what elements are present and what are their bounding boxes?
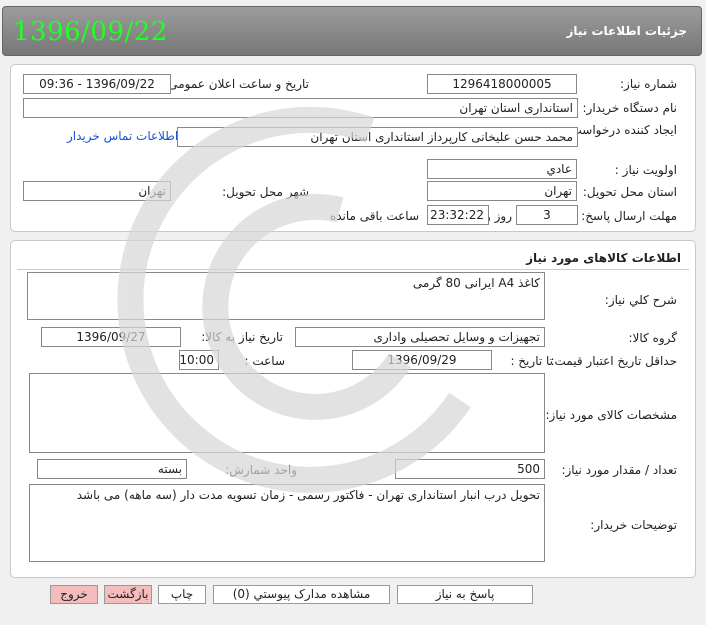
hour-field: 10:00 [179, 350, 219, 370]
goods-info-panel: اطلاعات کالاهای مورد نیاز شرح کلي نیاز: … [10, 240, 696, 578]
print-button[interactable]: چاپ [158, 585, 206, 604]
attachments-button[interactable]: مشاهده مدارک پیوستي (0) [213, 585, 390, 604]
need-number-field: 1296418000005 [427, 74, 577, 94]
spec-label: مشخصات کالای مورد نیاز: [545, 408, 677, 422]
days-word: روز و [485, 209, 512, 223]
page-title: جزئیات اطلاعات نیاز [566, 24, 687, 38]
until-date-label: تا تاریخ : [510, 354, 553, 368]
buyer-contact-link[interactable]: اطلاعات تماس خریدار [67, 129, 178, 143]
deadline-label: مهلت ارسال پاسخ: [581, 209, 677, 223]
goods-section-title: اطلاعات کالاهای مورد نیاز [526, 251, 681, 265]
province-field: تهران [427, 181, 577, 201]
reply-button[interactable]: پاسخ به نیاز [397, 585, 533, 604]
unit-field: بسته [37, 459, 187, 479]
announce-label: تاریخ و ساعت اعلان عمومی: [164, 77, 309, 91]
exit-button[interactable]: خروج [50, 585, 98, 604]
notes-field: تحویل درب انبار استانداری تهران - فاکتور… [29, 484, 545, 562]
creator-label: ایجاد کننده درخواست: [566, 123, 677, 137]
header-date: 1396/09/22 [13, 17, 168, 47]
province-label: استان محل تحویل: [582, 185, 677, 199]
need-date-label: تاریخ نیاز به کالا: [201, 330, 283, 344]
city-field: تهران [23, 181, 171, 201]
city-label: شهر محل تحویل: [222, 185, 309, 199]
priority-label: اولویت نیاز : [614, 163, 677, 177]
title-bar: 1396/09/22 جزئیات اطلاعات نیاز [2, 6, 702, 56]
qty-field: 500 [395, 459, 545, 479]
desc-field: کاغذ A4 ایرانی 80 گرمی [27, 272, 545, 320]
need-info-panel: شماره نیاز: 1296418000005 تاریخ و ساعت ا… [10, 64, 696, 232]
until-date-field: 1396/09/29 [352, 350, 492, 370]
need-date-field: 1396/09/27 [41, 327, 181, 347]
desc-label: شرح کلي نیاز: [604, 293, 677, 307]
need-number-label: شماره نیاز: [620, 77, 677, 91]
deadline-time-field: 23:32:22 [427, 205, 489, 225]
unit-label: واحد شمارش: [225, 463, 297, 477]
spec-field [29, 373, 545, 453]
creator-field: محمد حسن علیخانی کارپرداز استانداری استا… [177, 127, 578, 147]
deadline-days-field: 3 [516, 205, 578, 225]
announce-field: 1396/09/22 - 09:36 [23, 74, 171, 94]
buyer-label: نام دستگاه خریدار: [582, 101, 678, 115]
qty-label: تعداد / مقدار مورد نیاز: [561, 463, 677, 477]
min-validity-label: حداقل تاریخ اعتبار قیمت: [550, 354, 677, 368]
section-divider [17, 269, 689, 270]
priority-field: عادي [427, 159, 577, 179]
buyer-field: استانداری استان تهران [23, 98, 578, 118]
remaining-label: ساعت باقی مانده [329, 209, 419, 223]
notes-label: توضیحات خریدار: [590, 518, 677, 532]
hour-label: ساعت : [244, 354, 285, 368]
group-label: گروه کالا: [628, 331, 678, 345]
group-field: تجهیزات و وسایل تحصیلی واداری [295, 327, 545, 347]
back-button[interactable]: بازگشت [104, 585, 152, 604]
